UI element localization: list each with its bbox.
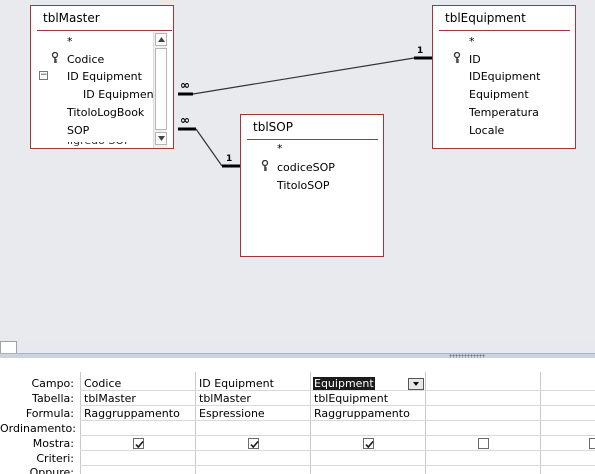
field-codice[interactable]: Codice: [67, 53, 104, 66]
mostra-checkbox[interactable]: [478, 438, 489, 449]
formula-cell[interactable]: Espressione: [199, 407, 265, 420]
key-icon: [261, 159, 269, 172]
table-title[interactable]: tblMaster: [43, 11, 100, 25]
mostra-checkbox[interactable]: [248, 438, 259, 449]
field-id-equipment-sub[interactable]: ID Equipment: [83, 88, 158, 101]
tabella-cell[interactable]: tblMaster: [84, 392, 136, 405]
field-temperatura[interactable]: Temperatura: [469, 106, 539, 119]
tabella-cell[interactable]: tblEquipment: [314, 392, 388, 405]
relation-many-symbol: ∞: [180, 78, 190, 92]
field-sop[interactable]: SOP: [67, 124, 89, 137]
field-idequipment[interactable]: IDEquipment: [469, 70, 540, 83]
clipped-field: ilgredo SOP: [67, 142, 157, 148]
formula-cell[interactable]: Raggruppamento: [84, 407, 180, 420]
table-title[interactable]: tblEquipment: [445, 11, 526, 25]
key-icon: [51, 51, 59, 64]
relation-one-symbol: 1: [226, 154, 233, 164]
mostra-checkbox[interactable]: [363, 438, 374, 449]
campo-cell[interactable]: ID Equipment: [199, 377, 274, 390]
row-label-tabella: Tabella:: [32, 392, 74, 405]
field-all[interactable]: *: [469, 35, 475, 48]
field-locale[interactable]: Locale: [469, 124, 504, 137]
vertical-scrollbar[interactable]: [153, 32, 167, 148]
relation-one-symbol: 1: [417, 46, 424, 56]
formula-cell[interactable]: Raggruppamento: [314, 407, 410, 420]
row-label-mostra: Mostra:: [32, 437, 74, 450]
field-titolosop[interactable]: TitoloSOP: [277, 179, 330, 192]
collapse-icon[interactable]: −: [39, 71, 48, 80]
field-titolologbook[interactable]: TitoloLogBook: [67, 106, 144, 119]
field-all[interactable]: *: [277, 142, 283, 155]
table-tblsop[interactable]: tblSOP * codiceSOP TitoloSOP: [240, 114, 384, 257]
row-label-formula: Formula:: [25, 407, 74, 420]
row-label-ordinamento: Ordinamento:: [0, 422, 76, 435]
row-label-campo: Campo:: [31, 377, 74, 390]
row-label-oppure: Oppure:: [29, 466, 74, 474]
scroll-thumb[interactable]: [155, 48, 167, 130]
chevron-down-icon: [413, 382, 419, 386]
campo-dropdown-button[interactable]: [408, 378, 424, 390]
pane-splitter[interactable]: [0, 340, 595, 358]
table-tblmaster[interactable]: tblMaster * Codice − ID Equipment ID Equ…: [30, 5, 174, 149]
field-id[interactable]: ID: [469, 53, 481, 66]
table-tblequipment[interactable]: tblEquipment * ID IDEquipment Equipment …: [432, 5, 576, 149]
mostra-checkbox[interactable]: [589, 438, 595, 449]
field-all[interactable]: *: [67, 35, 73, 48]
mostra-checkbox[interactable]: [133, 438, 144, 449]
tabella-cell[interactable]: tblMaster: [199, 392, 251, 405]
campo-cell-selected[interactable]: Equipment: [313, 377, 375, 390]
scroll-up-button[interactable]: [155, 33, 167, 46]
key-icon: [453, 51, 461, 64]
field-equipment[interactable]: Equipment: [469, 88, 529, 101]
scroll-down-button[interactable]: [155, 132, 167, 145]
row-label-criteri: Criteri:: [36, 452, 74, 465]
field-codicesop[interactable]: codiceSOP: [277, 161, 335, 174]
relation-many-symbol: ∞: [180, 113, 190, 127]
campo-cell[interactable]: Codice: [84, 377, 121, 390]
query-design-canvas[interactable]: ∞ 1 ∞ 1 tblMaster * Codice − ID Equipmen…: [0, 0, 595, 340]
table-title[interactable]: tblSOP: [253, 120, 293, 134]
field-id-equipment[interactable]: ID Equipment: [67, 70, 142, 83]
query-design-grid[interactable]: Campo: Tabella: Formula: Ordinamento: Mo…: [0, 358, 595, 474]
